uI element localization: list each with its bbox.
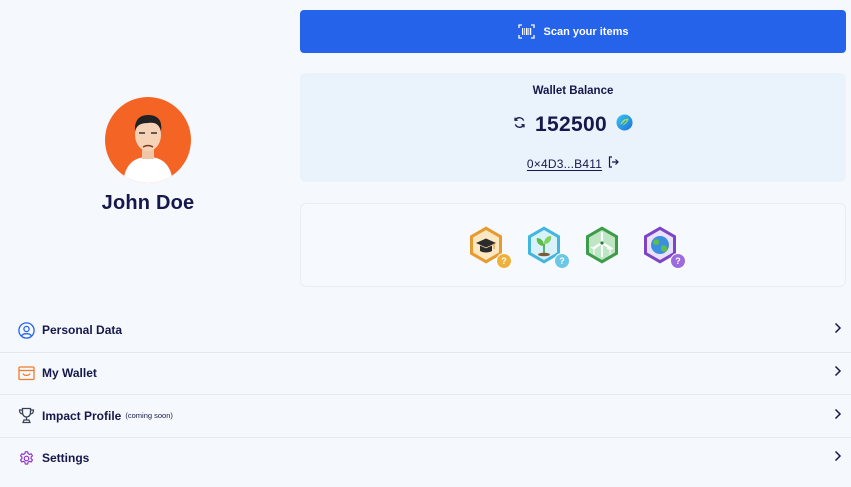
menu-item-personal-data[interactable]: Personal Data xyxy=(0,309,851,352)
badge-status: ? xyxy=(670,253,686,269)
barcode-scan-icon xyxy=(517,24,535,39)
avatar[interactable] xyxy=(105,97,191,183)
wallet-balance-amount: 152500 xyxy=(535,113,607,136)
wallet-balance-card: Wallet Balance 152500 0×4D3...B411 xyxy=(300,73,846,182)
wallet-address-row: 0×4D3...B411 xyxy=(300,155,846,173)
menu-item-label: Impact Profile xyxy=(42,408,122,423)
token-coin-icon xyxy=(616,114,633,136)
scan-items-button[interactable]: Scan your items xyxy=(300,10,846,53)
chevron-right-icon xyxy=(834,407,842,425)
wallet-icon xyxy=(18,365,35,382)
menu-item-settings[interactable]: Settings xyxy=(0,436,851,480)
menu-item-sublabel: (coming soon) xyxy=(125,411,173,421)
wallet-balance-title: Wallet Balance xyxy=(532,85,614,97)
menu-item-label: My Wallet xyxy=(42,366,97,381)
menu-item-label: Settings xyxy=(42,451,90,466)
trophy-icon xyxy=(18,407,35,424)
refresh-icon[interactable] xyxy=(513,116,526,134)
profile-menu: Personal Data My Wallet Impact Profile (… xyxy=(0,309,851,479)
badge-wind-turbine[interactable] xyxy=(582,225,622,265)
logout-icon[interactable] xyxy=(608,155,619,173)
user-circle-icon xyxy=(18,322,35,339)
badge-status: ? xyxy=(554,253,570,269)
profile-page: John Doe Scan your items Wallet Balance xyxy=(0,0,851,487)
balance-row: 152500 xyxy=(300,113,846,137)
badge-plant[interactable]: ? xyxy=(524,225,570,269)
user-name: John Doe xyxy=(101,192,195,214)
wind-turbine-icon xyxy=(586,226,618,264)
chevron-right-icon xyxy=(834,364,842,382)
badge-graduation[interactable]: ? xyxy=(466,225,512,269)
menu-item-label: Personal Data xyxy=(42,323,123,338)
chevron-right-icon xyxy=(834,321,842,339)
menu-item-my-wallet[interactable]: My Wallet xyxy=(0,351,851,395)
badge-status: ? xyxy=(496,253,512,269)
profile-section: John Doe xyxy=(0,0,296,300)
wallet-address-link[interactable]: 0×4D3...B411 xyxy=(527,157,602,171)
badge-globe[interactable]: ? xyxy=(640,225,686,269)
menu-item-impact-profile[interactable]: Impact Profile (coming soon) xyxy=(0,394,851,437)
badges-card: ? ? ? xyxy=(300,203,846,287)
chevron-right-icon xyxy=(834,449,842,467)
scan-items-label: Scan your items xyxy=(543,25,629,38)
gear-icon xyxy=(18,450,35,467)
